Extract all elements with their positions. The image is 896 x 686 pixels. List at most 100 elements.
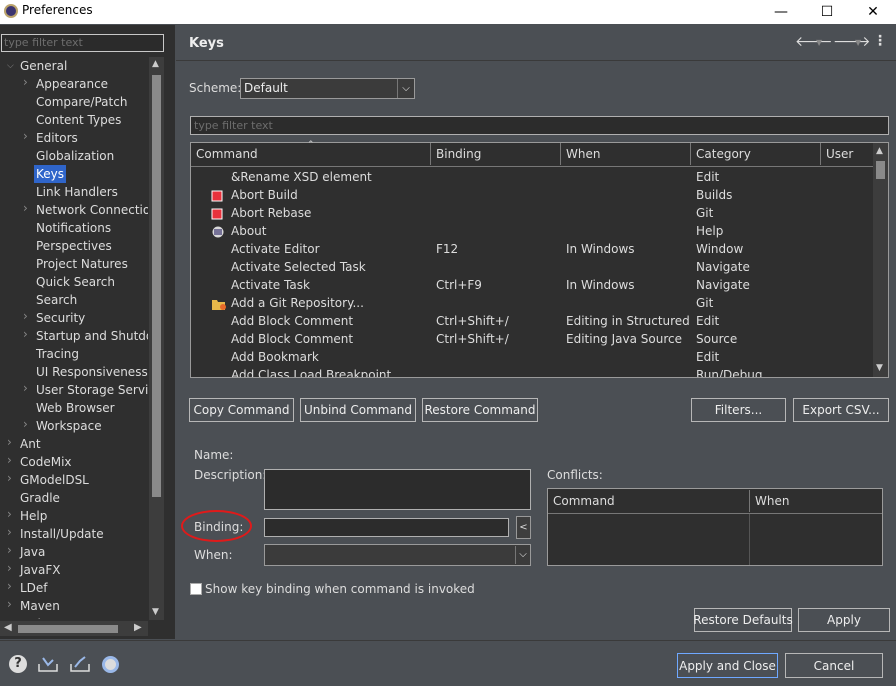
copy-command-button[interactable]: Copy Command: [189, 398, 294, 422]
tree-item-mylyn[interactable]: Mylyn: [20, 615, 56, 619]
minimize-button[interactable]: —: [758, 0, 804, 24]
show-key-checkbox[interactable]: [190, 583, 202, 595]
apply-button[interactable]: Apply: [798, 608, 890, 632]
binding-menu-button[interactable]: <: [516, 516, 531, 539]
back-icon[interactable]: 🡐: [795, 33, 833, 50]
maximize-button[interactable]: ☐: [804, 0, 850, 24]
table-row[interactable]: Activate Task Ctrl+F9 In Windows Navigate: [191, 276, 871, 294]
table-row[interactable]: About Help: [191, 222, 871, 240]
tree-item-workspace[interactable]: Workspace: [36, 417, 102, 435]
oomph-icon[interactable]: [102, 656, 119, 673]
view-menu-icon[interactable]: ⋮: [873, 33, 887, 49]
tree-item-link-handlers[interactable]: Link Handlers: [36, 183, 118, 201]
table-row[interactable]: Abort Rebase Git: [191, 204, 871, 222]
collapse-arrow-icon[interactable]: ›: [23, 327, 28, 341]
tree-item-appearance[interactable]: Appearance: [36, 75, 108, 93]
tree-item-ant[interactable]: Ant: [20, 435, 41, 453]
export-icon[interactable]: [69, 655, 91, 673]
scroll-up-icon[interactable]: ▲: [152, 59, 159, 69]
collapse-arrow-icon[interactable]: ›: [23, 201, 28, 215]
tree-item-help[interactable]: Help: [20, 507, 47, 525]
back-menu-icon[interactable]: ▼: [816, 38, 822, 47]
keys-filter-input[interactable]: type filter text: [190, 116, 889, 135]
import-icon[interactable]: [37, 655, 59, 673]
apply-and-close-button[interactable]: Apply and Close: [677, 653, 778, 678]
tree-item-tracing[interactable]: Tracing: [36, 345, 79, 363]
hscroll-thumb[interactable]: [18, 625, 118, 633]
collapse-arrow-icon[interactable]: ›: [7, 525, 12, 539]
scheme-dropdown[interactable]: Default ⌵: [240, 78, 415, 99]
tree-item-network-connections[interactable]: Network Connections: [36, 201, 148, 219]
tree-item-search[interactable]: Search: [36, 291, 77, 309]
tree-horizontal-scrollbar[interactable]: ◀ ▶: [0, 621, 148, 636]
close-button[interactable]: ✕: [850, 0, 896, 24]
tree-item-quick-search[interactable]: Quick Search: [36, 273, 115, 291]
collapse-arrow-icon[interactable]: ›: [23, 75, 28, 89]
tree-item-codemix[interactable]: CodeMix: [20, 453, 72, 471]
collapse-arrow-icon[interactable]: ›: [23, 417, 28, 431]
tree-item-editors[interactable]: Editors: [36, 129, 78, 147]
when-dropdown[interactable]: ⌵: [264, 544, 531, 566]
help-icon[interactable]: ?: [9, 655, 27, 673]
scroll-right-icon[interactable]: ▶: [134, 622, 142, 633]
tree-vertical-scrollbar[interactable]: ▲ ▼: [149, 57, 164, 620]
table-row[interactable]: &Rename XSD element Edit: [191, 168, 871, 186]
table-row[interactable]: Add Bookmark Edit: [191, 348, 871, 366]
filter-input[interactable]: type filter text: [1, 34, 164, 52]
forward-menu-icon[interactable]: ▼: [855, 38, 861, 47]
table-row[interactable]: Activate Editor F12 In Windows Window: [191, 240, 871, 258]
tree-item-perspectives[interactable]: Perspectives: [36, 237, 112, 255]
table-row[interactable]: Add Block Comment Ctrl+Shift+/ Editing Jav…: [191, 330, 871, 348]
tree-item-ldef[interactable]: LDef: [20, 579, 48, 597]
collapse-arrow-icon[interactable]: ›: [7, 597, 12, 611]
scroll-down-icon[interactable]: ▼: [152, 607, 159, 617]
collapse-arrow-icon[interactable]: ›: [7, 561, 12, 575]
tree-item-security[interactable]: Security: [36, 309, 85, 327]
column-header-category[interactable]: Category: [691, 143, 821, 165]
tree-item-compare-patch[interactable]: Compare/Patch: [36, 93, 127, 111]
column-header-when[interactable]: When: [561, 143, 691, 165]
restore-command-button[interactable]: Restore Command: [422, 398, 538, 422]
collapse-arrow-icon[interactable]: ›: [7, 471, 12, 485]
collapse-arrow-icon[interactable]: ›: [23, 129, 28, 143]
expand-arrow-icon[interactable]: ⌵: [7, 61, 14, 71]
tree-item-gmodeldsl[interactable]: GModelDSL: [20, 471, 89, 489]
tree-item-keys[interactable]: Keys: [34, 165, 67, 183]
tree-item-startup-and-shutdown[interactable]: Startup and Shutdown: [36, 327, 148, 345]
collapse-arrow-icon[interactable]: ›: [7, 435, 12, 449]
tree-item-general[interactable]: General: [20, 57, 67, 75]
table-row[interactable]: Add Class Load Breakpoint Run/Debug: [191, 366, 871, 377]
table-row[interactable]: Abort Build Builds: [191, 186, 871, 204]
collapse-arrow-icon[interactable]: ›: [7, 615, 12, 619]
scroll-left-icon[interactable]: ◀: [4, 622, 12, 633]
tree-item-content-types[interactable]: Content Types: [36, 111, 121, 129]
table-row[interactable]: Add Block Comment Ctrl+Shift+/ Editing in …: [191, 312, 871, 330]
tree-item-web-browser[interactable]: Web Browser: [36, 399, 115, 417]
table-scroll-up-icon[interactable]: ▲: [876, 146, 883, 156]
tree-item-user-storage-service[interactable]: User Storage Service: [36, 381, 148, 399]
export-csv-button[interactable]: Export CSV...: [793, 398, 889, 422]
tree-item-notifications[interactable]: Notifications: [36, 219, 111, 237]
table-vertical-scrollbar[interactable]: ▲ ▼: [873, 143, 888, 377]
forward-icon[interactable]: 🡒: [833, 33, 871, 50]
tree-item-javafx[interactable]: JavaFX: [20, 561, 60, 579]
tree-item-globalization[interactable]: Globalization: [36, 147, 114, 165]
column-header-binding[interactable]: Binding: [431, 143, 561, 165]
collapse-arrow-icon[interactable]: ›: [7, 453, 12, 467]
cancel-button[interactable]: Cancel: [785, 653, 883, 678]
conflicts-col-command[interactable]: Command: [548, 490, 750, 512]
tree-item-project-natures[interactable]: Project Natures: [36, 255, 128, 273]
collapse-arrow-icon[interactable]: ›: [7, 543, 12, 557]
tree-item-install-update[interactable]: Install/Update: [20, 525, 104, 543]
table-row[interactable]: Activate Selected Task Navigate: [191, 258, 871, 276]
table-row[interactable]: Add a Git Repository... Git: [191, 294, 871, 312]
restore-defaults-button[interactable]: Restore Defaults: [693, 608, 793, 632]
scroll-thumb[interactable]: [152, 75, 161, 497]
unbind-command-button[interactable]: Unbind Command: [300, 398, 416, 422]
tree-item-ui-responsiveness-monitoring[interactable]: UI Responsiveness Monitoring: [36, 363, 148, 381]
tree-item-maven[interactable]: Maven: [20, 597, 60, 615]
collapse-arrow-icon[interactable]: ›: [23, 309, 28, 323]
collapse-arrow-icon[interactable]: ›: [23, 381, 28, 395]
column-header-user[interactable]: User: [821, 143, 873, 165]
description-field[interactable]: [264, 469, 531, 510]
